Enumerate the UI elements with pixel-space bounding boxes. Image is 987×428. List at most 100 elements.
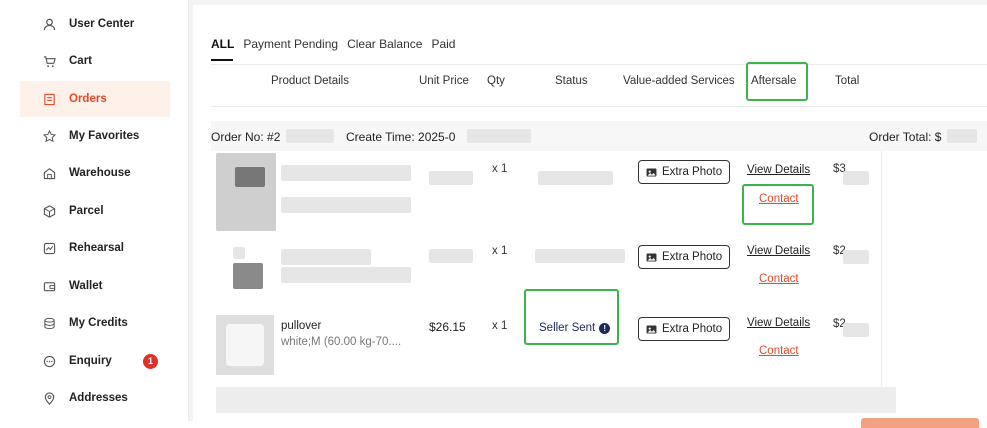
- redacted-block: [429, 249, 473, 263]
- location-pin-icon: [42, 391, 56, 405]
- product-image: [233, 247, 245, 259]
- sidebar-item-warehouse[interactable]: Warehouse: [20, 155, 170, 191]
- product-image-detail: [235, 167, 265, 187]
- view-details-link[interactable]: View Details: [747, 164, 810, 176]
- sidebar-item-label: Warehouse: [69, 167, 131, 179]
- extra-photo-button[interactable]: Extra Photo: [638, 317, 731, 341]
- sidebar-item-wallet[interactable]: Wallet: [20, 268, 170, 304]
- redacted-row: [216, 387, 896, 413]
- aftersale-header-highlight: [746, 62, 808, 101]
- product-image-detail: [233, 263, 263, 289]
- user-icon: [42, 17, 56, 31]
- redacted-block: [281, 165, 411, 181]
- product-image: [216, 315, 274, 375]
- redacted-block: [281, 197, 411, 213]
- header-unit-price: Unit Price: [419, 75, 469, 87]
- orders-panel: ALL Payment Pending Clear Balance Paid P…: [193, 5, 987, 428]
- unit-price: $26.15: [429, 320, 466, 334]
- redacted-block: [535, 249, 625, 263]
- contact-link[interactable]: Contact: [759, 273, 799, 285]
- extra-photo-label: Extra Photo: [662, 323, 723, 335]
- photo-icon: [646, 252, 657, 262]
- credits-icon: [42, 316, 56, 330]
- row-qty: x 1: [492, 163, 508, 175]
- sidebar-item-parcel[interactable]: Parcel: [20, 193, 170, 229]
- extra-photo-button[interactable]: Extra Photo: [638, 160, 731, 184]
- redacted-block: [429, 171, 473, 185]
- product-image: [216, 153, 276, 231]
- orders-icon: [42, 92, 56, 106]
- enquiry-icon: [42, 354, 56, 368]
- redacted-block: [843, 171, 869, 185]
- redacted-block: [947, 129, 977, 143]
- sidebar-item-addresses[interactable]: Addresses: [20, 380, 170, 416]
- pullover-image: [226, 324, 264, 366]
- create-time: Create Time: 2025-0: [346, 130, 456, 144]
- header-qty: Qty: [487, 75, 505, 87]
- parcel-icon: [42, 204, 56, 218]
- redacted-block: [281, 267, 411, 283]
- sidebar-item-label: User Center: [69, 18, 135, 30]
- view-details-link[interactable]: View Details: [747, 245, 810, 257]
- sidebar-item-label: Rehearsal: [69, 242, 124, 254]
- sidebar-item-enquiry[interactable]: Enquiry 1: [20, 343, 170, 379]
- tab-clear-balance[interactable]: Clear Balance: [347, 37, 422, 51]
- order-total: Order Total: $: [869, 130, 942, 144]
- wallet-icon: [42, 279, 56, 293]
- header-product-details: Product Details: [271, 75, 349, 87]
- sidebar-item-label: My Favorites: [69, 130, 140, 142]
- tab-payment-pending[interactable]: Payment Pending: [243, 37, 338, 51]
- product-variant: white;M (60.00 kg-70....: [281, 336, 402, 348]
- redacted-block: [843, 250, 869, 264]
- redacted-block: [843, 323, 869, 337]
- order-tabs: ALL Payment Pending Clear Balance Paid: [211, 37, 464, 51]
- extra-photo-label: Extra Photo: [662, 251, 723, 263]
- divider: [211, 64, 987, 65]
- product-title[interactable]: pullover: [281, 320, 321, 332]
- sidebar-item-user-center[interactable]: User Center: [20, 6, 170, 42]
- redacted-block: [286, 129, 334, 143]
- enquiry-badge: 1: [143, 353, 158, 369]
- sidebar-item-label: Parcel: [69, 205, 104, 217]
- row-qty: x 1: [492, 320, 508, 332]
- sidebar: User Center Cart Orders My Favorites War…: [0, 0, 189, 421]
- action-button[interactable]: [861, 418, 979, 428]
- tab-all[interactable]: ALL: [211, 37, 234, 51]
- header-status: Status: [555, 75, 588, 87]
- warehouse-icon: [42, 166, 56, 180]
- divider: [881, 151, 882, 391]
- sidebar-item-label: My Credits: [69, 317, 128, 329]
- contact-link[interactable]: Contact: [759, 345, 799, 357]
- divider: [211, 106, 987, 107]
- sidebar-item-my-credits[interactable]: My Credits: [20, 305, 170, 341]
- photo-icon: [646, 324, 657, 334]
- sidebar-item-orders[interactable]: Orders: [20, 81, 170, 117]
- active-tab-indicator: [211, 59, 233, 61]
- contact-link-highlight: [742, 184, 814, 225]
- sidebar-item-label: Wallet: [69, 280, 103, 292]
- sidebar-item-my-favorites[interactable]: My Favorites: [20, 118, 170, 154]
- header-value-added-services: Value-added Services: [623, 75, 735, 87]
- sidebar-item-label: Enquiry: [69, 355, 112, 367]
- extra-photo-label: Extra Photo: [662, 166, 723, 178]
- redacted-block: [467, 129, 531, 143]
- photo-icon: [646, 167, 657, 177]
- view-details-link[interactable]: View Details: [747, 317, 810, 329]
- cart-icon: [42, 54, 56, 68]
- tab-paid[interactable]: Paid: [431, 37, 455, 51]
- status-highlight: [524, 289, 619, 345]
- extra-photo-button[interactable]: Extra Photo: [638, 245, 731, 269]
- redacted-block: [538, 171, 613, 185]
- sidebar-item-label: Orders: [69, 93, 107, 105]
- star-icon: [42, 129, 56, 143]
- sidebar-item-cart[interactable]: Cart: [20, 43, 170, 79]
- sidebar-item-label: Cart: [69, 55, 93, 67]
- order-number: Order No: #2: [211, 130, 281, 144]
- redacted-block: [281, 249, 371, 265]
- rehearsal-icon: [42, 241, 56, 255]
- header-total: Total: [835, 75, 860, 87]
- order-header: Order No: #2 Create Time: 2025-0 Order T…: [211, 121, 987, 151]
- row-qty: x 1: [492, 245, 508, 257]
- sidebar-item-label: Addresses: [69, 392, 128, 404]
- sidebar-item-rehearsal[interactable]: Rehearsal: [20, 230, 170, 266]
